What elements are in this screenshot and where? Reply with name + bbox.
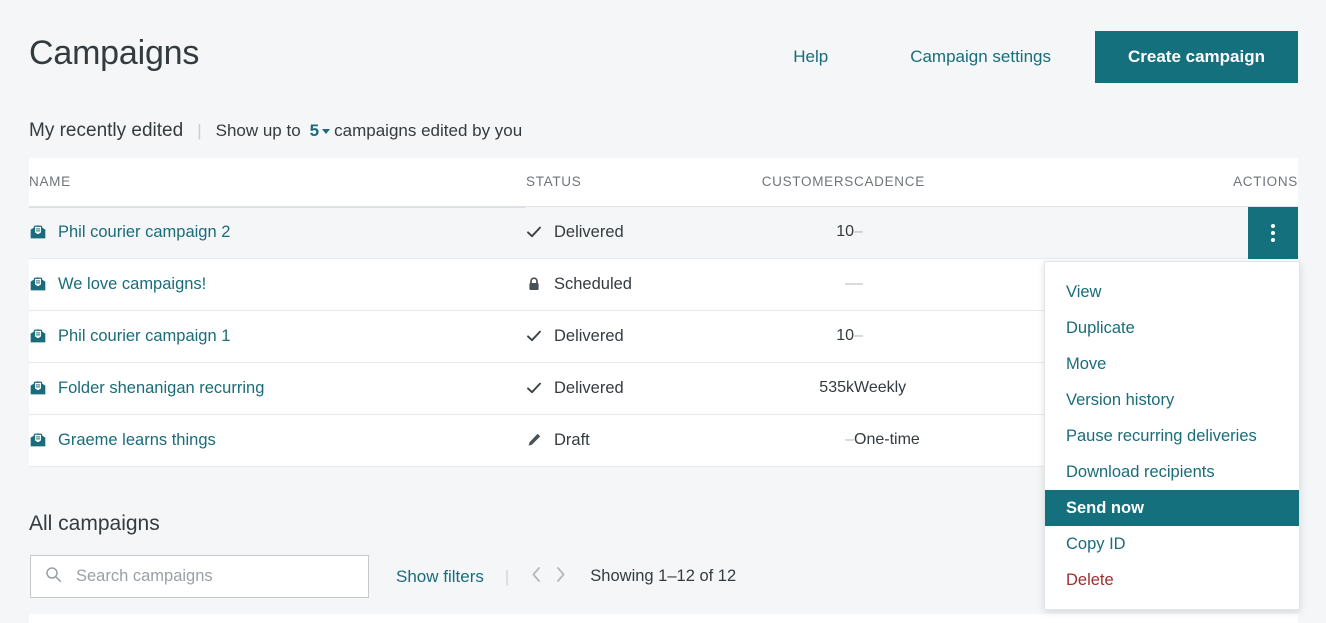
column-header-cadence: CADENCE bbox=[854, 158, 1176, 207]
search-campaigns-box[interactable] bbox=[30, 555, 369, 598]
column-header-status: STATUS bbox=[526, 158, 738, 207]
customers-value: – bbox=[738, 258, 854, 311]
show-filters-link[interactable]: Show filters bbox=[396, 567, 484, 587]
menu-item-pause-recurring-deliveries[interactable]: Pause recurring deliveries bbox=[1045, 418, 1299, 454]
help-link[interactable]: Help bbox=[793, 31, 828, 83]
header-actions: Help Campaign settings Create campaign bbox=[793, 31, 1298, 83]
campaign-name-link[interactable]: Phil courier campaign 1 bbox=[58, 327, 230, 346]
menu-item-view[interactable]: View bbox=[1045, 274, 1299, 310]
filters-divider: | bbox=[504, 566, 510, 586]
status-label: Scheduled bbox=[554, 274, 632, 293]
column-header-name: NAME bbox=[29, 158, 526, 207]
campaign-icon bbox=[29, 223, 47, 241]
create-campaign-button[interactable]: Create campaign bbox=[1095, 31, 1298, 83]
campaign-name-link[interactable]: We love campaigns! bbox=[58, 275, 206, 294]
kebab-dot-icon bbox=[1271, 223, 1275, 228]
campaign-icon bbox=[29, 327, 47, 345]
all-campaigns-table-top bbox=[29, 614, 1298, 623]
page-title: Campaigns bbox=[29, 34, 200, 72]
showing-count-label: Showing 1–12 of 12 bbox=[590, 567, 737, 585]
menu-item-version-history[interactable]: Version history bbox=[1045, 382, 1299, 418]
check-icon bbox=[526, 224, 542, 240]
campaign-name-link[interactable]: Phil courier campaign 2 bbox=[58, 223, 230, 242]
campaign-icon bbox=[29, 275, 47, 293]
chevron-down-icon bbox=[322, 128, 331, 134]
menu-item-duplicate[interactable]: Duplicate bbox=[1045, 310, 1299, 346]
check-icon bbox=[526, 380, 542, 396]
campaign-icon bbox=[29, 431, 47, 449]
status-label: Draft bbox=[554, 430, 590, 449]
check-icon bbox=[526, 328, 542, 344]
customers-value: 10 bbox=[738, 310, 854, 363]
campaign-count-select[interactable]: 5 bbox=[309, 121, 331, 141]
menu-item-delete[interactable]: Delete bbox=[1045, 562, 1299, 598]
subheader-divider: | bbox=[197, 121, 202, 140]
edited-by-you-label: campaigns edited by you bbox=[334, 121, 523, 140]
menu-item-send-now[interactable]: Send now bbox=[1045, 490, 1299, 526]
pagination-controls bbox=[530, 566, 567, 588]
recently-edited-subheader: My recently edited | Show up to 5 campai… bbox=[29, 118, 522, 144]
campaign-name-link[interactable]: Graeme learns things bbox=[58, 431, 216, 450]
kebab-dot-icon bbox=[1271, 237, 1275, 242]
menu-item-move[interactable]: Move bbox=[1045, 346, 1299, 382]
customers-value: 10 bbox=[738, 206, 854, 259]
table-header-row: NAME STATUS CUSTOMERS CADENCE ACTIONS bbox=[29, 158, 1298, 207]
customers-value: – bbox=[738, 414, 854, 467]
search-icon bbox=[45, 566, 62, 588]
status-label: Delivered bbox=[554, 378, 624, 397]
show-up-to-label: Show up to bbox=[215, 121, 301, 140]
status-label: Delivered bbox=[554, 222, 624, 241]
pencil-icon bbox=[526, 432, 542, 448]
customers-value: 535k bbox=[738, 362, 854, 415]
column-header-customers: CUSTOMERS bbox=[738, 158, 854, 207]
campaigns-page: Campaigns Help Campaign settings Create … bbox=[0, 0, 1326, 623]
campaign-name-link[interactable]: Folder shenanigan recurring bbox=[58, 379, 264, 398]
campaign-settings-link[interactable]: Campaign settings bbox=[910, 31, 1051, 83]
row-actions-button[interactable] bbox=[1248, 206, 1298, 259]
menu-item-download-recipients[interactable]: Download recipients bbox=[1045, 454, 1299, 490]
menu-item-copy-id[interactable]: Copy ID bbox=[1045, 526, 1299, 562]
recently-edited-title: My recently edited bbox=[29, 120, 184, 141]
status-label: Delivered bbox=[554, 326, 624, 345]
all-campaigns-title: All campaigns bbox=[29, 512, 160, 535]
previous-page-icon[interactable] bbox=[530, 566, 543, 588]
campaign-icon bbox=[29, 379, 47, 397]
lock-icon bbox=[526, 276, 542, 292]
row-actions-menu: View Duplicate Move Version history Paus… bbox=[1044, 261, 1300, 610]
column-header-actions: ACTIONS bbox=[1176, 158, 1298, 207]
table-row[interactable]: Phil courier campaign 2 Delivered 10 – bbox=[29, 206, 1298, 259]
next-page-icon[interactable] bbox=[554, 566, 567, 588]
filters-and-pagination: Show filters | Showing 1–12 of 12 bbox=[396, 555, 736, 598]
page-header: Campaigns Help Campaign settings Create … bbox=[0, 0, 1326, 104]
kebab-dot-icon bbox=[1271, 230, 1275, 235]
search-input[interactable] bbox=[74, 566, 329, 587]
cadence-value: – bbox=[854, 206, 1176, 259]
campaign-count-value: 5 bbox=[309, 121, 320, 140]
